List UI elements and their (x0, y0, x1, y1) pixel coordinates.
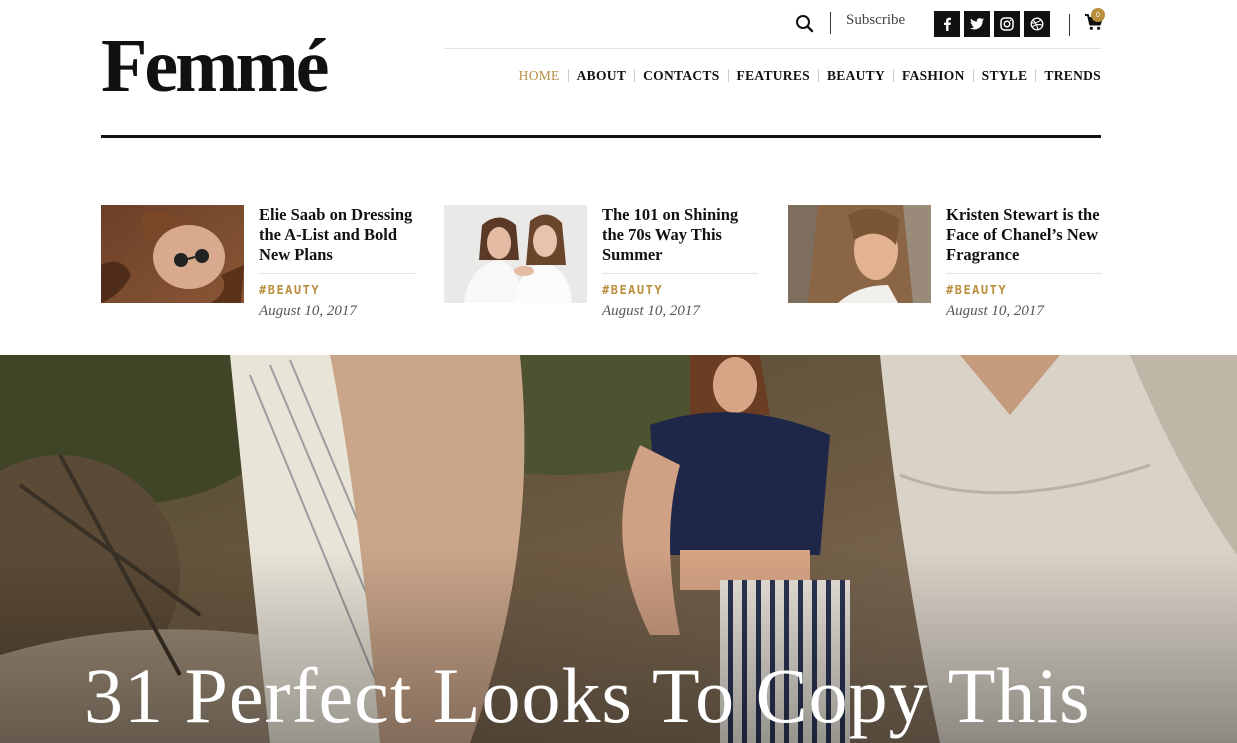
post-date: August 10, 2017 (602, 303, 700, 319)
post-thumbnail[interactable] (444, 205, 587, 303)
search-icon[interactable] (794, 12, 816, 34)
featured-post[interactable]: Elie Saab on Dressing the A-List and Bol… (101, 205, 415, 325)
divider (830, 12, 831, 34)
featured-post[interactable]: The 101 on Shining the 70s Way This Summ… (444, 205, 758, 325)
post-title[interactable]: The 101 on Shining the 70s Way This Summ… (602, 205, 758, 274)
post-info: Elie Saab on Dressing the A-List and Bol… (259, 205, 415, 320)
post-tag[interactable]: #BEAUTY (259, 283, 415, 297)
nav-item-features[interactable]: FEATURES (727, 69, 818, 82)
featured-post[interactable]: Kristen Stewart is the Face of Chanel’s … (788, 205, 1102, 325)
post-info: The 101 on Shining the 70s Way This Summ… (602, 205, 758, 320)
facebook-icon[interactable] (934, 11, 960, 37)
twitter-icon[interactable] (964, 11, 990, 37)
post-title[interactable]: Kristen Stewart is the Face of Chanel’s … (946, 205, 1102, 274)
post-thumbnail[interactable] (788, 205, 931, 303)
header-rule (101, 135, 1101, 138)
nav-item-fashion[interactable]: FASHION (893, 69, 973, 82)
nav-item-beauty[interactable]: BEAUTY (817, 69, 893, 82)
nav-item-contacts[interactable]: CONTACTS (634, 69, 727, 82)
site-logo[interactable]: Femmé (101, 28, 330, 104)
nav-item-trends[interactable]: TRENDS (1035, 69, 1101, 82)
instagram-icon[interactable] (994, 11, 1020, 37)
divider (1069, 14, 1070, 36)
post-info: Kristen Stewart is the Face of Chanel’s … (946, 205, 1102, 320)
nav-item-style[interactable]: STYLE (972, 69, 1036, 82)
top-bar: Subscribe 0 (444, 0, 1105, 49)
hero-banner[interactable]: 31 Perfect Looks To Copy This (0, 355, 1237, 743)
subscribe-link[interactable]: Subscribe (846, 12, 905, 29)
nav-item-home[interactable]: HOME (511, 69, 568, 83)
post-date: August 10, 2017 (259, 303, 357, 319)
dribbble-icon[interactable] (1024, 11, 1050, 37)
social-links (934, 11, 1050, 37)
post-thumbnail[interactable] (101, 205, 244, 303)
hero-title[interactable]: 31 Perfect Looks To Copy This (84, 651, 1090, 741)
post-title[interactable]: Elie Saab on Dressing the A-List and Bol… (259, 205, 415, 274)
nav-item-about[interactable]: ABOUT (567, 69, 635, 82)
main-nav: HOME ABOUT CONTACTS FEATURES BEAUTY FASH… (511, 69, 1101, 83)
post-date: August 10, 2017 (946, 303, 1044, 319)
post-tag[interactable]: #BEAUTY (946, 283, 1102, 297)
cart-count-badge: 0 (1091, 8, 1105, 22)
post-tag[interactable]: #BEAUTY (602, 283, 758, 297)
